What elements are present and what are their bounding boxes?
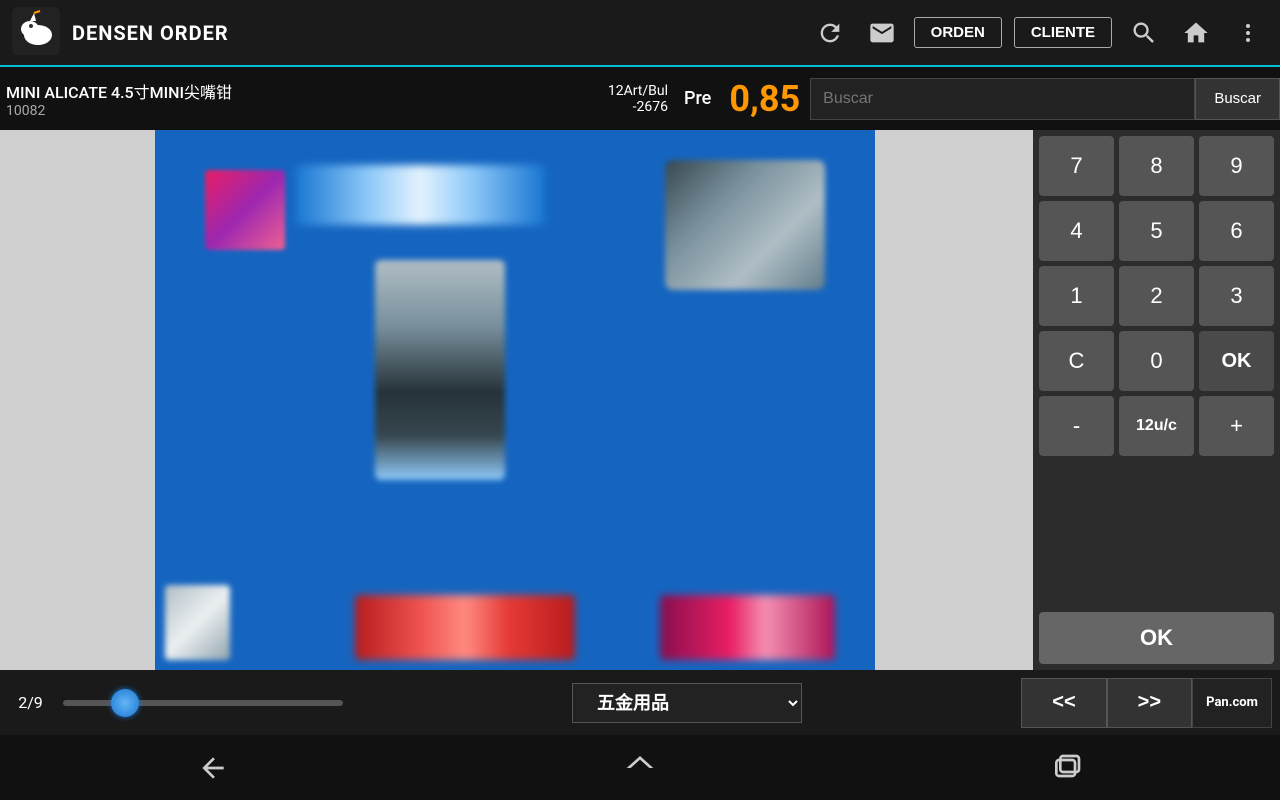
left-panel [0,130,155,670]
category-label: 五金用品 [353,683,1021,723]
qty-line2: -2676 [633,99,668,115]
product-image-area [155,130,875,670]
product-qty: 12Art/Bul -2676 [546,83,676,115]
numpad-row-c0ok: C 0 OK [1039,331,1274,391]
numpad-plus[interactable]: + [1199,396,1274,456]
recents-button[interactable] [1011,742,1123,794]
product-code: 10082 [6,103,546,119]
orden-button[interactable]: ORDEN [914,17,1002,48]
numpad-row-456: 4 5 6 [1039,201,1274,261]
back-button[interactable] [157,742,269,794]
image-element-bottom-mid [355,595,575,660]
home-icon[interactable] [1176,13,1216,53]
image-element-center [375,260,505,480]
numpad-minus[interactable]: - [1039,396,1114,456]
product-info: MINI ALICATE 4.5寸MINI尖嘴钳 10082 [6,79,546,119]
next-button[interactable]: >> [1107,678,1192,728]
product-name: MINI ALICATE 4.5寸MINI尖嘴钳 [6,79,546,103]
numpad-row-789: 7 8 9 [1039,136,1274,196]
category-select[interactable]: 五金用品 [572,683,802,723]
numpad-7[interactable]: 7 [1039,136,1114,196]
refresh-icon[interactable] [810,13,850,53]
buscar-button[interactable]: Buscar [1195,78,1280,120]
main-content: 7 8 9 4 5 6 1 2 3 C 0 OK - 12u/c + [0,130,1280,670]
numpad-row-units: - 12u/c + [1039,396,1274,456]
pan-button[interactable]: Pan.com [1192,678,1272,728]
android-nav [0,735,1280,800]
product-bar: MINI ALICATE 4.5寸MINI尖嘴钳 10082 12Art/Bul… [0,65,1280,130]
numpad-5[interactable]: 5 [1119,201,1194,261]
bottom-bar: 2/9 五金用品 << >> Pan.com [0,670,1280,735]
numpad-row-123: 1 2 3 [1039,266,1274,326]
app-title: DENSEN ORDER [72,21,798,45]
home-nav-button[interactable] [584,742,696,794]
product-image [155,130,875,670]
numpad-1[interactable]: 1 [1039,266,1114,326]
numpad-4[interactable]: 4 [1039,201,1114,261]
mail-icon[interactable] [862,13,902,53]
numpad-ok[interactable]: OK [1199,331,1274,391]
prev-button[interactable]: << [1021,678,1106,728]
image-element-pink [205,170,285,250]
image-element-top-right [665,160,825,290]
slider-track[interactable] [63,700,343,706]
app-logo [12,7,60,59]
numpad-clear[interactable]: C [1039,331,1114,391]
numpad-9[interactable]: 9 [1199,136,1274,196]
right-panel [875,130,1033,670]
image-element-bottom-right [660,595,835,660]
search-input[interactable] [810,78,1195,120]
slider-thumb[interactable] [111,689,139,717]
more-icon[interactable] [1228,13,1268,53]
numpad-2[interactable]: 2 [1119,266,1194,326]
price-value: 0,85 [719,78,810,120]
pre-label: Pre [676,88,719,109]
cliente-button[interactable]: CLIENTE [1014,17,1112,48]
search-icon[interactable] [1124,13,1164,53]
numpad-8[interactable]: 8 [1119,136,1194,196]
image-element-bottom-left [165,585,230,660]
qty-line1: 12Art/Bul [608,83,668,99]
page-counter: 2/9 [8,693,53,712]
numpad-3[interactable]: 3 [1199,266,1274,326]
ok-large-button[interactable]: OK [1039,612,1274,664]
numpad-6[interactable]: 6 [1199,201,1274,261]
top-bar: DENSEN ORDER ORDEN CLIENTE [0,0,1280,65]
numpad-0[interactable]: 0 [1119,331,1194,391]
numpad-unit[interactable]: 12u/c [1119,396,1194,456]
image-element-text [295,165,545,225]
numpad: 7 8 9 4 5 6 1 2 3 C 0 OK - 12u/c + [1033,130,1280,670]
